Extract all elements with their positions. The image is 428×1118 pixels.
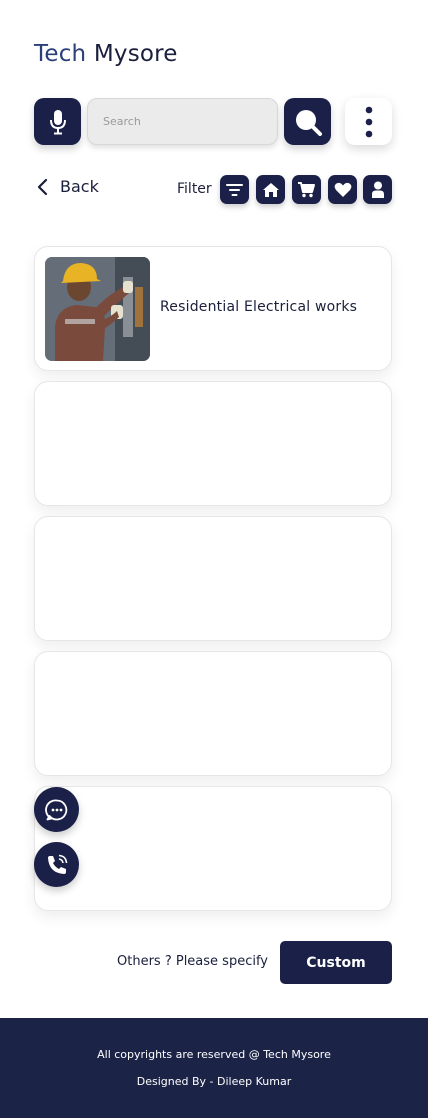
more-options-button[interactable] [345,98,392,145]
search-input[interactable] [88,99,277,144]
custom-button[interactable]: Custom [280,941,392,984]
back-button[interactable]: Back [36,177,99,196]
search-field-wrapper [87,98,278,145]
brand-title: Tech Mysore [34,41,178,67]
user-icon [371,181,384,198]
chat-icon [44,799,67,820]
cart-button[interactable] [292,175,321,204]
home-icon [262,182,279,197]
service-card[interactable]: Residential Electrical works [34,246,392,371]
profile-button[interactable] [363,175,392,204]
phone-icon [47,854,67,874]
chevron-left-icon [37,178,48,195]
voice-search-button[interactable] [34,98,81,145]
search-button[interactable] [284,98,331,145]
electrician-photo [45,257,150,361]
copyright-text: All copyrights are reserved @ Tech Mysor… [97,1048,331,1061]
back-label: Back [60,177,99,196]
designer-credit: Designed By - Dileep Kumar [136,1075,292,1088]
call-button[interactable] [34,842,79,887]
filter-label: Filter [177,181,212,197]
vertical-dots-icon [365,106,372,137]
favorites-button[interactable] [328,175,357,204]
chat-button[interactable] [34,787,79,832]
home-button[interactable] [256,175,285,204]
service-card[interactable] [34,786,392,911]
microphone-icon [49,109,66,134]
filter-icon [226,183,243,196]
service-title: Residential Electrical works [160,299,358,315]
search-icon [295,109,322,136]
cart-icon [298,182,315,198]
brand-part-1: Tech [34,41,87,67]
service-card[interactable] [34,651,392,776]
service-card[interactable] [34,516,392,641]
filter-button[interactable] [220,175,249,204]
heart-icon [334,182,351,197]
brand-part-2: Mysore [93,41,178,67]
others-prompt: Others ? Please specify [117,954,268,969]
service-card[interactable] [34,381,392,506]
footer: All copyrights are reserved @ Tech Mysor… [0,1018,428,1118]
